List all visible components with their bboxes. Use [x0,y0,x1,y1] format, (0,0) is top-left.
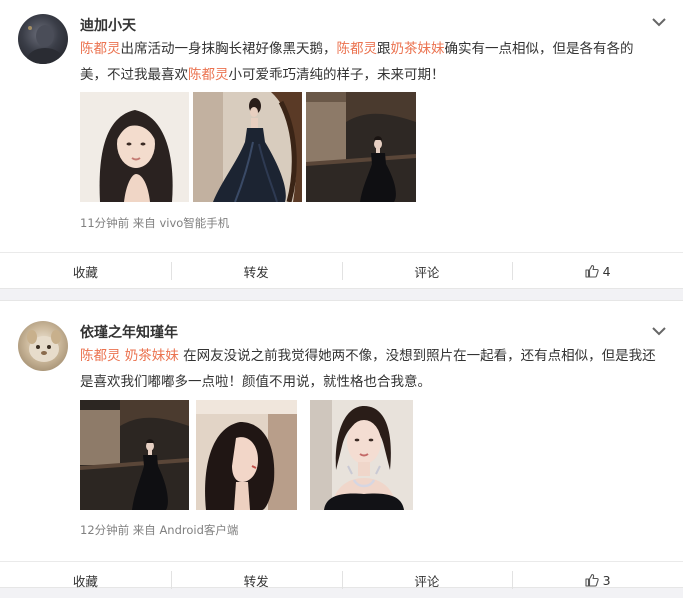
chevron-down-icon[interactable] [651,325,667,337]
photo-thumbnail[interactable] [80,400,189,510]
avatar[interactable] [18,321,68,371]
repost-label: 转发 [243,264,269,280]
favorite-button[interactable]: 收藏 [0,562,171,598]
mention-link[interactable]: 陈都灵 [80,41,121,57]
weibo-post: 迪加小天 陈都灵出席活动一身抹胸长裙好像黑天鹅，陈都灵跟奶茶妹妹确实有一点相似，… [0,0,683,289]
weibo-post: 依瑾之年知瑾年 陈都灵 奶茶妹妹 在网友没说之前我觉得她两不像，没想到照片在一起… [0,300,683,589]
repost-label: 转发 [243,573,269,589]
action-bar: 收藏 转发 评论 4 [0,252,683,289]
mention-link[interactable]: 奶茶妹妹 [391,41,445,57]
like-button[interactable]: 4 [512,253,683,289]
post-text: 陈都灵 奶茶妹妹 在网友没说之前我觉得她两不像，没想到照片在一起看，还有点相似，… [80,343,660,395]
mention-link[interactable]: 陈都灵 [337,41,378,57]
post-text-segment: 小可爱乖巧清纯的样子，未来可期！ [228,67,445,83]
photo-thumbnail[interactable] [306,92,416,202]
favorite-label: 收藏 [72,264,98,280]
thumbs-up-icon [585,573,599,587]
comment-label: 评论 [414,573,440,589]
mention-link[interactable]: 陈都灵 [80,348,121,364]
repost-button[interactable]: 转发 [170,562,342,598]
thumbs-up-icon [585,264,599,278]
like-button[interactable]: 3 [512,562,683,598]
favorite-label: 收藏 [72,573,98,589]
favorite-button[interactable]: 收藏 [0,253,171,289]
like-count: 3 [602,572,611,588]
action-bar: 收藏 转发 评论 3 [0,561,683,598]
photo-thumbnail[interactable] [193,92,302,202]
photo-thumbnail[interactable] [196,400,297,510]
mention-link[interactable]: 奶茶妹妹 [125,348,179,364]
post-meta: 11分钟前 来自 vivo智能手机 [80,216,230,230]
username[interactable]: 依瑾之年知瑾年 [80,322,178,342]
photo-thumbnail[interactable] [310,400,413,510]
post-text: 陈都灵出席活动一身抹胸长裙好像黑天鹅，陈都灵跟奶茶妹妹确实有一点相似，但是各有各… [80,36,660,88]
mention-link[interactable]: 陈都灵 [188,67,229,83]
post-text-segment: 跟 [377,41,391,57]
post-text-segment: 出席活动一身抹胸长裙好像黑天鹅， [120,41,337,57]
avatar[interactable] [18,14,68,64]
photo-thumbnail[interactable] [80,92,189,202]
username[interactable]: 迪加小天 [80,15,136,35]
repost-button[interactable]: 转发 [170,253,342,289]
post-meta: 12分钟前 来自 Android客户端 [80,523,239,537]
comment-button[interactable]: 评论 [341,562,513,598]
comment-button[interactable]: 评论 [341,253,513,289]
chevron-down-icon[interactable] [651,16,667,28]
like-count: 4 [602,263,611,279]
comment-label: 评论 [414,264,440,280]
